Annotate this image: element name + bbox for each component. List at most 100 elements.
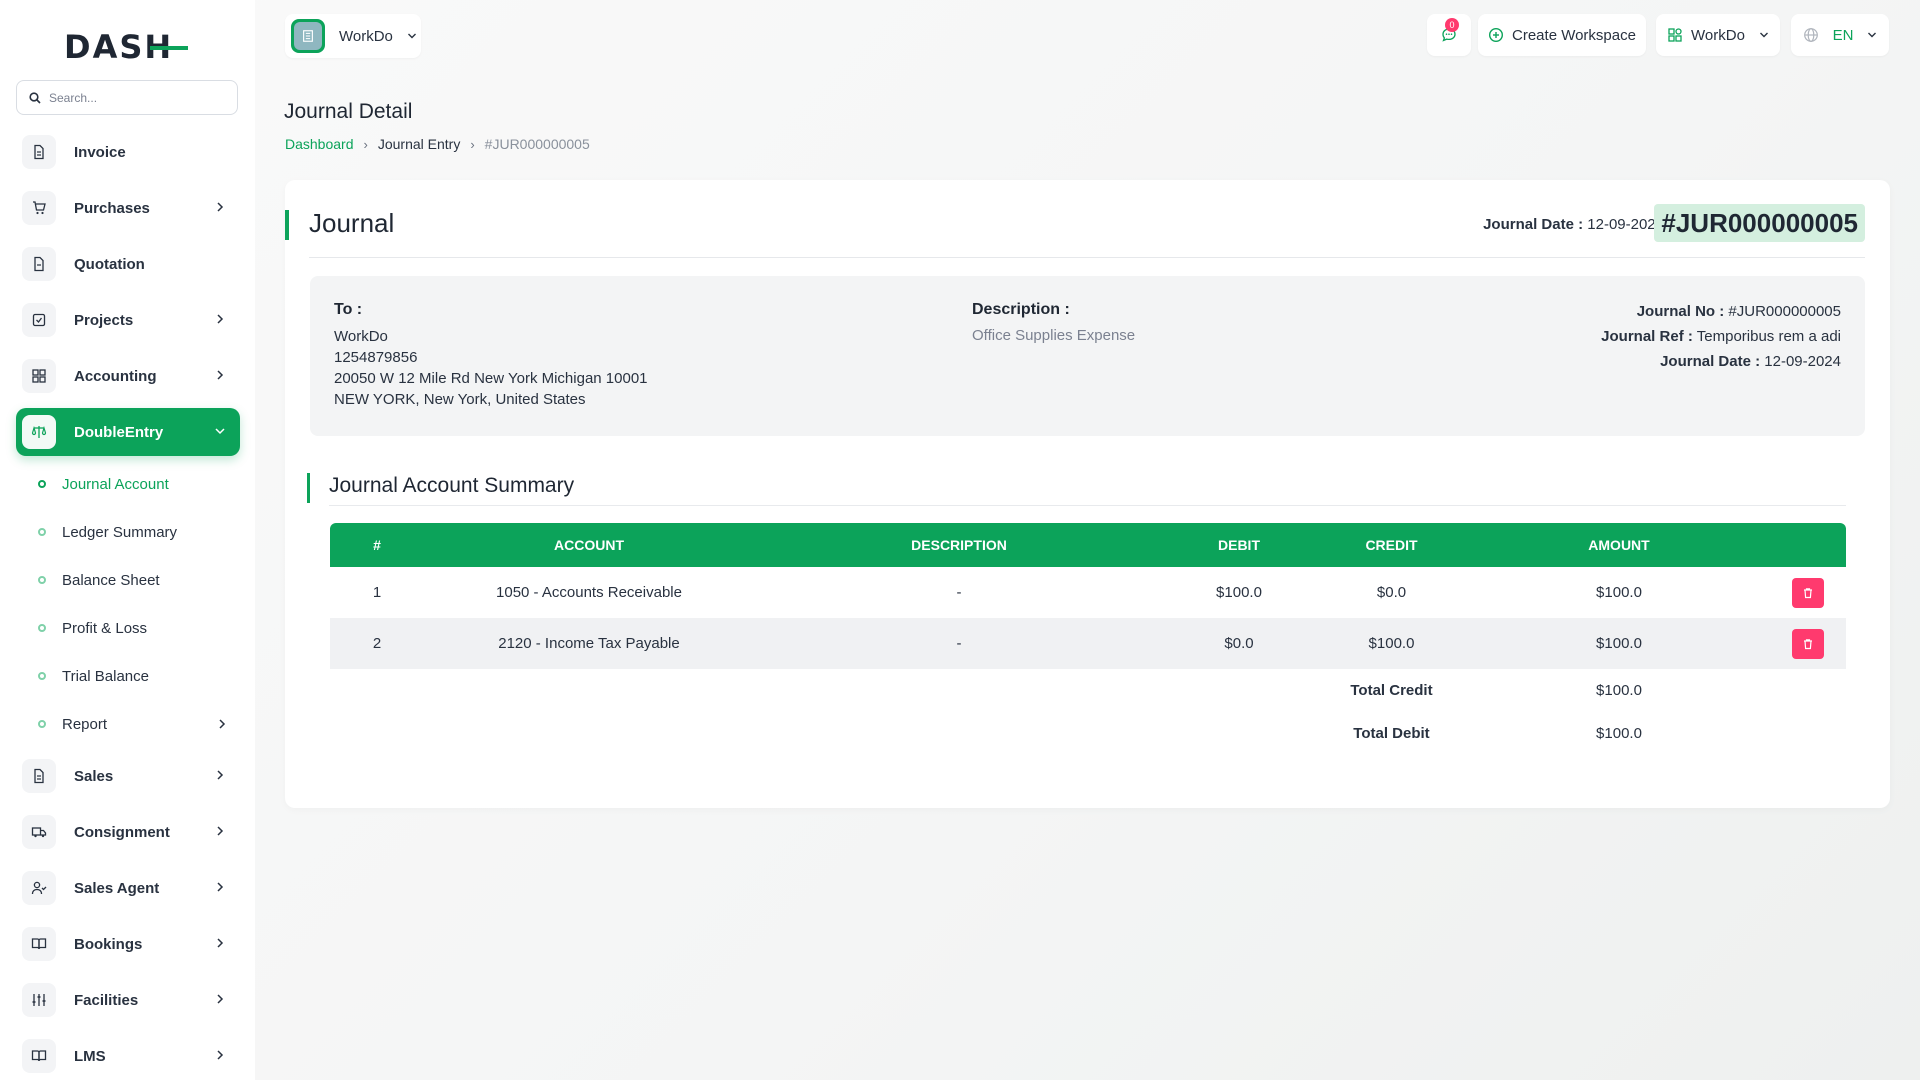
sidebar-subitem-profit-loss[interactable]: Profit & Loss xyxy=(38,614,147,642)
bullet-icon xyxy=(38,672,46,680)
to-label: To : xyxy=(334,301,363,318)
sidebar-item-bookings[interactable]: Bookings xyxy=(16,920,240,968)
user-check-icon xyxy=(22,871,56,905)
sidebar-subitem-label: Trial Balance xyxy=(62,667,149,685)
chevron-down-icon xyxy=(1759,32,1768,38)
sidebar-item-label: Facilities xyxy=(74,991,139,1009)
breadcrumb: Dashboard › Journal Entry › #JUR00000000… xyxy=(285,136,590,152)
bullet-icon xyxy=(38,480,46,488)
column-header-description: DESCRIPTION xyxy=(754,523,1164,567)
sidebar-subitem-label: Report xyxy=(62,715,108,733)
sidebar-subitem-ledger-summary[interactable]: Ledger Summary xyxy=(38,518,177,546)
total-debit-value: $100.0 xyxy=(1469,712,1769,755)
total-credit-label: Total Credit xyxy=(1314,669,1469,712)
sidebar-item-label: LMS xyxy=(74,1047,106,1065)
workspace-name: WorkDo xyxy=(339,27,393,45)
user-menu-button[interactable]: WorkDo xyxy=(1656,14,1780,56)
journal-ref: Journal Ref : Temporibus rem a adi xyxy=(1601,328,1841,345)
grid-icon xyxy=(22,359,56,393)
search-input[interactable] xyxy=(49,90,219,105)
chevron-right-icon xyxy=(217,882,224,892)
sidebar-item-label: Sales xyxy=(74,767,114,785)
breadcrumb-dashboard[interactable]: Dashboard xyxy=(285,136,354,152)
column-header-number: # xyxy=(330,523,424,567)
chevron-right-icon xyxy=(217,826,224,836)
cell-amount: $100.0 xyxy=(1469,618,1769,669)
journal-ref-label: Journal Ref : xyxy=(1601,328,1693,345)
chevron-right-icon xyxy=(217,314,224,324)
sidebar-item-projects[interactable]: Projects xyxy=(16,296,240,344)
dash-logo[interactable]: DASH xyxy=(64,28,190,66)
table-row: 1 1050 - Accounts Receivable - $100.0 $0… xyxy=(330,567,1846,618)
journal-info-box: To : WorkDo 1254879856 20050 W 12 Mile R… xyxy=(310,276,1865,436)
column-header-amount: AMOUNT xyxy=(1469,523,1769,567)
table-header-row: # ACCOUNT DESCRIPTION DEBIT CREDIT AMOUN… xyxy=(330,523,1846,567)
sidebar-item-label: Projects xyxy=(74,311,134,329)
bullet-icon xyxy=(38,624,46,632)
sidebar-item-sales[interactable]: Sales xyxy=(16,752,240,800)
cell-actions xyxy=(1769,618,1846,669)
cell-description: - xyxy=(956,584,962,601)
sidebar-subitem-report[interactable]: Report xyxy=(38,710,228,738)
delete-button[interactable] xyxy=(1791,628,1824,659)
column-header-account: ACCOUNT xyxy=(424,523,754,567)
messages-button[interactable]: 0 xyxy=(1427,14,1471,56)
sidebar-item-lms[interactable]: LMS xyxy=(16,1032,240,1080)
sidebar-subitem-balance-sheet[interactable]: Balance Sheet xyxy=(38,566,160,594)
sidebar-item-facilities[interactable]: Facilities xyxy=(16,976,240,1024)
journal-no: Journal No : #JUR000000005 xyxy=(1637,303,1841,320)
journal-no-value: #JUR000000005 xyxy=(1728,303,1841,320)
bullet-icon xyxy=(38,720,46,728)
sidebar-item-doubleentry[interactable]: DoubleEntry xyxy=(16,408,240,456)
total-credit-value: $100.0 xyxy=(1469,669,1769,712)
divider xyxy=(309,257,1865,258)
language-selector[interactable]: EN xyxy=(1791,14,1889,56)
sidebar: DASH Invoice Purchases Quotation xyxy=(0,0,255,1080)
create-workspace-label: Create Workspace xyxy=(1512,26,1636,44)
to-name: WorkDo xyxy=(334,328,388,345)
sidebar-item-purchases[interactable]: Purchases xyxy=(16,184,240,232)
checklist-icon xyxy=(22,303,56,337)
delete-button[interactable] xyxy=(1791,577,1824,608)
file-icon xyxy=(22,759,56,793)
sidebar-subitem-journal-account[interactable]: Journal Account xyxy=(38,470,169,498)
cell-debit: $0.0 xyxy=(1164,618,1314,669)
to-city: NEW YORK, New York, United States xyxy=(334,391,586,408)
total-debit-row: Total Debit $100.0 xyxy=(330,712,1846,755)
sliders-icon xyxy=(22,983,56,1017)
sidebar-subitem-trial-balance[interactable]: Trial Balance xyxy=(38,662,149,690)
journal-card: Journal Journal Date : 12-09-2024 #JUR00… xyxy=(285,180,1890,808)
breadcrumb-journal-entry[interactable]: Journal Entry xyxy=(378,136,460,152)
dash-logo-mark: DASH xyxy=(64,28,188,66)
chevron-down-icon xyxy=(407,33,416,39)
chevron-right-icon xyxy=(217,1050,224,1060)
trash-icon xyxy=(1803,587,1812,598)
bullet-icon xyxy=(38,528,46,536)
sidebar-item-quotation[interactable]: Quotation xyxy=(16,240,240,288)
chevron-right-icon: › xyxy=(363,136,368,152)
create-workspace-button[interactable]: Create Workspace xyxy=(1478,14,1646,56)
sidebar-item-label: Bookings xyxy=(74,935,143,953)
search-box[interactable] xyxy=(16,80,238,115)
search-icon xyxy=(29,91,41,104)
workspace-switcher[interactable]: WorkDo xyxy=(285,14,421,58)
cell-debit: $100.0 xyxy=(1216,584,1262,601)
description-label: Description : xyxy=(972,301,1070,318)
cell-number: 1 xyxy=(372,584,382,601)
journal-number-badge: #JUR000000005 xyxy=(1654,204,1865,242)
sidebar-item-accounting[interactable]: Accounting xyxy=(16,352,240,400)
accent-bar xyxy=(285,210,289,240)
sidebar-item-consignment[interactable]: Consignment xyxy=(16,808,240,856)
chevron-right-icon xyxy=(217,938,224,948)
sidebar-item-sales-agent[interactable]: Sales Agent xyxy=(16,864,240,912)
summary-title: Journal Account Summary xyxy=(329,474,575,497)
column-header-actions xyxy=(1769,523,1846,567)
sidebar-item-invoice[interactable]: Invoice xyxy=(16,128,240,176)
cell-description: - xyxy=(754,618,1164,669)
breadcrumb-current: #JUR000000005 xyxy=(484,136,590,152)
chevron-right-icon xyxy=(217,370,224,380)
chevron-down-icon xyxy=(1868,32,1877,38)
to-address: 20050 W 12 Mile Rd New York Michigan 100… xyxy=(334,370,648,387)
chevron-right-icon xyxy=(217,202,224,212)
journal-date-meta: Journal Date : 12-09-2024 xyxy=(1660,353,1841,370)
